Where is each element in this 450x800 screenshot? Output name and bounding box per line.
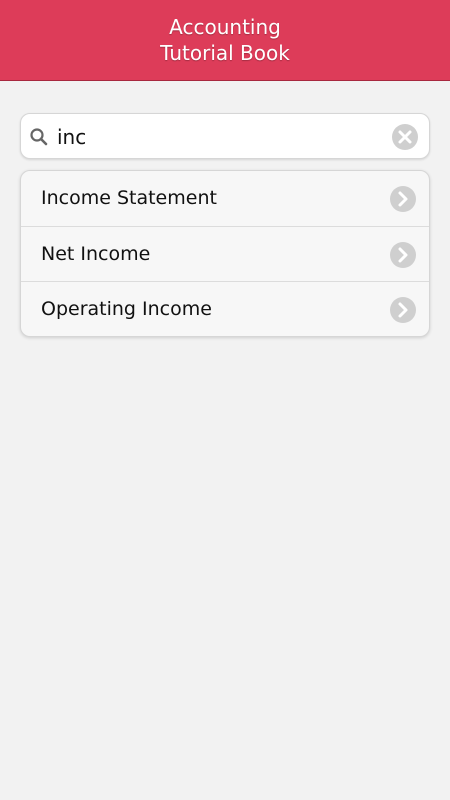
result-item-net-income[interactable]: Net Income <box>21 226 429 281</box>
search-input[interactable] <box>57 122 377 152</box>
search-results-list: Income Statement Net Income Operating In… <box>20 170 430 337</box>
result-item-operating-income[interactable]: Operating Income <box>21 281 429 336</box>
chevron-right-icon <box>389 296 417 324</box>
result-label: Net Income <box>41 243 151 265</box>
search-icon <box>29 127 49 147</box>
chevron-right-icon <box>389 185 417 213</box>
app-header: Accounting Tutorial Book <box>0 0 450 81</box>
app-title-line-2: Tutorial Book <box>160 41 290 65</box>
search-bar <box>20 113 430 159</box>
result-label: Operating Income <box>41 298 212 320</box>
clear-search-icon[interactable] <box>391 123 419 151</box>
result-item-income-statement[interactable]: Income Statement <box>21 171 429 226</box>
app-title-line-1: Accounting <box>169 15 281 39</box>
chevron-right-icon <box>389 241 417 269</box>
result-label: Income Statement <box>41 187 217 209</box>
